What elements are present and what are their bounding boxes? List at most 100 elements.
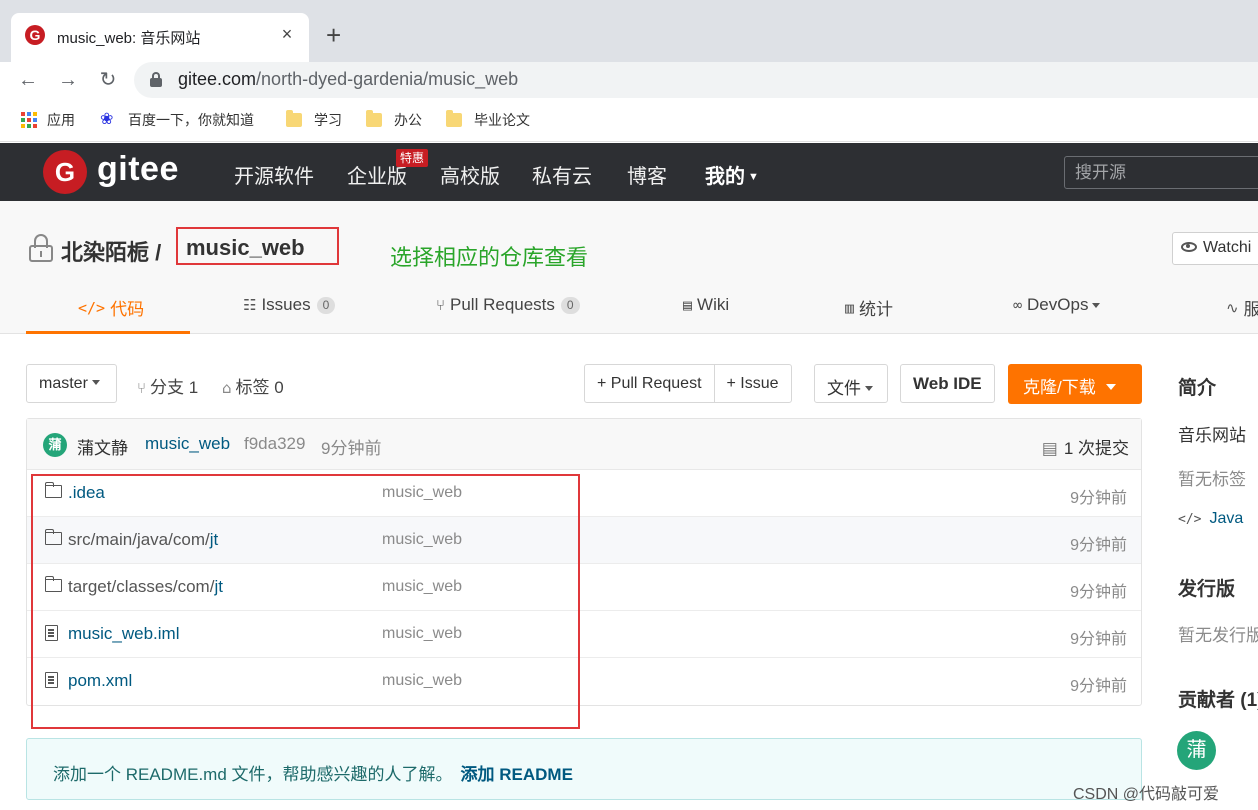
tab-stats[interactable]: ▥ 统计 (845, 295, 893, 320)
avatar[interactable]: 蒲 (43, 433, 67, 457)
bookmark-label: 百度一下，你就知道 (128, 112, 254, 128)
tab-devops[interactable]: ∞ DevOps (1013, 295, 1101, 315)
repo-separator: / (155, 240, 162, 265)
highlight-box-repo-name (176, 227, 339, 265)
gitee-logo-text[interactable]: gitee (97, 150, 179, 189)
branch-select[interactable]: master (26, 364, 117, 403)
watch-button[interactable]: Watchi (1172, 232, 1258, 265)
pull-request-icon: ⑂ (436, 296, 446, 314)
new-tab-button[interactable]: + (326, 20, 341, 50)
tab-service[interactable]: ∿ 服 (1226, 295, 1258, 320)
nav-private-cloud[interactable]: 私有云 (532, 160, 592, 189)
file-time: 9分钟前 (1070, 584, 1127, 601)
new-pull-request-button[interactable]: + Pull Request (585, 365, 714, 402)
tags-link[interactable]: ⌂ 标签 0 (222, 373, 284, 398)
new-issue-button[interactable]: + Issue (713, 365, 791, 402)
branch-label: master (39, 375, 88, 392)
watermark-text: CSDN @代码敲可爱 (1073, 786, 1220, 803)
chevron-down-icon (91, 380, 100, 385)
release-heading: 发行版 (1178, 579, 1236, 600)
watch-label: Watchi (1203, 239, 1252, 256)
tab-label: Wiki (697, 295, 730, 314)
bookmark-label: 学习 (314, 112, 342, 128)
web-ide-button[interactable]: Web IDE (900, 364, 995, 403)
bookmark-folder-office[interactable]: 办公 (366, 110, 422, 130)
wiki-icon: ▤ (683, 296, 693, 314)
gitee-logo-icon[interactable] (43, 150, 87, 194)
private-lock-icon (29, 234, 53, 262)
issues-icon: ☷ (243, 296, 257, 314)
tab-pull-requests[interactable]: ⑂ Pull Requests 0 (436, 295, 580, 315)
history-icon: ▤ (1041, 439, 1058, 458)
no-tags-text: 暂无标签 (1178, 470, 1246, 489)
intro-heading: 简介 (1178, 378, 1217, 399)
commit-author[interactable]: 蒲文静 (77, 434, 128, 459)
commit-count: 1 次提交 (1063, 439, 1129, 458)
file-time: 9分钟前 (1070, 490, 1127, 507)
nav-mine[interactable]: 我的 ▼ (705, 160, 759, 189)
url-host: gitee.com (178, 69, 257, 89)
nav-blog[interactable]: 博客 (627, 160, 667, 189)
back-button[interactable]: ← (16, 66, 40, 94)
add-readme-link[interactable]: 添加 README (461, 765, 573, 784)
tab-label: 统计 (859, 300, 894, 319)
branch-icon: ⑂ (137, 379, 147, 397)
tab-issues[interactable]: ☷ Issues 0 (243, 295, 336, 315)
chevron-down-icon (865, 386, 873, 391)
clone-download-button[interactable]: 克隆/下载 (1008, 364, 1142, 404)
tab-label: 代码 (110, 300, 145, 319)
repo-header: 北染陌栀 / music_web 选择相应的仓库查看 Watchi </> 代码… (0, 201, 1258, 334)
commit-message[interactable]: music_web (145, 434, 230, 454)
tab-title: music_web: 音乐网站 (57, 30, 201, 47)
commit-count-link[interactable]: ▤ 1 次提交 (1042, 434, 1129, 459)
gitee-header: gitee 开源软件 企业版 高校版 私有云 博客 我的▼ (0, 143, 1258, 201)
folder-icon (366, 110, 382, 127)
pr-count-badge: 0 (560, 296, 580, 314)
readme-notice: 添加一个 README.md 文件，帮助感兴趣的人了解。 添加 README (26, 738, 1142, 800)
bookmark-folder-thesis[interactable]: 毕业论文 (446, 110, 530, 130)
eye-icon (1181, 242, 1197, 252)
browser-toolbar: ← → ↻ gitee.com/north-dyed-gardenia/musi… (0, 62, 1258, 100)
bookmark-label: 毕业论文 (474, 112, 530, 128)
baidu-paw-icon: ❀ (100, 111, 114, 128)
folder-icon (446, 110, 462, 127)
no-release-text: 暂无发行版 (1178, 626, 1258, 645)
bar-chart-icon: ▥ (845, 298, 855, 317)
browser-tab-strip: G music_web: 音乐网站 × + (0, 0, 1258, 62)
url-text[interactable]: gitee.com/north-dyed-gardenia/music_web (178, 69, 518, 90)
secure-lock-icon[interactable] (150, 72, 162, 87)
search-input[interactable] (1075, 162, 1255, 184)
bookmark-label: 办公 (394, 112, 422, 128)
file-time: 9分钟前 (1070, 678, 1127, 695)
nav-university[interactable]: 高校版 (440, 160, 500, 189)
tab-label: 服 (1243, 300, 1258, 319)
address-bar[interactable]: gitee.com/north-dyed-gardenia/music_web (134, 62, 1258, 98)
bookmark-baidu[interactable]: ❀ 百度一下，你就知道 (100, 110, 254, 130)
readme-notice-text: 添加一个 README.md 文件，帮助感兴趣的人了解。 添加 README (53, 760, 573, 785)
search-box[interactable] (1064, 156, 1258, 189)
tag-icon: ⌂ (222, 379, 232, 397)
chevron-down-icon (1092, 302, 1101, 308)
bookmark-folder-study[interactable]: 学习 (286, 110, 342, 130)
repo-owner[interactable]: 北染陌栀 / (61, 235, 161, 267)
repo-owner-name: 北染陌栀 (61, 240, 150, 265)
branches-link[interactable]: ⑂ 分支 1 (137, 373, 198, 398)
nav-mine-label: 我的 (705, 166, 745, 188)
nav-open-source[interactable]: 开源软件 (234, 160, 314, 189)
avatar[interactable]: 蒲 (1177, 731, 1216, 770)
language-link[interactable]: </> Java (1178, 510, 1243, 528)
tags-label: 标签 0 (235, 378, 284, 397)
browser-tab[interactable]: G music_web: 音乐网站 × (11, 13, 309, 62)
forward-button[interactable]: → (56, 66, 80, 94)
bookmark-apps[interactable]: 应用 (21, 110, 75, 130)
reload-button[interactable]: ↻ (96, 66, 120, 94)
tab-label: Issues (261, 295, 311, 314)
tab-wiki[interactable]: ▤ Wiki (683, 295, 729, 315)
file-time: 9分钟前 (1070, 537, 1127, 554)
close-tab-icon[interactable]: × (277, 24, 297, 45)
tab-code[interactable]: </> 代码 (78, 295, 144, 320)
branches-label: 分支 1 (150, 378, 199, 397)
file-menu-button[interactable]: 文件 (814, 364, 888, 403)
commit-hash[interactable]: f9da329 (244, 434, 305, 454)
contributors-heading: 贡献者 (1) (1178, 690, 1258, 711)
